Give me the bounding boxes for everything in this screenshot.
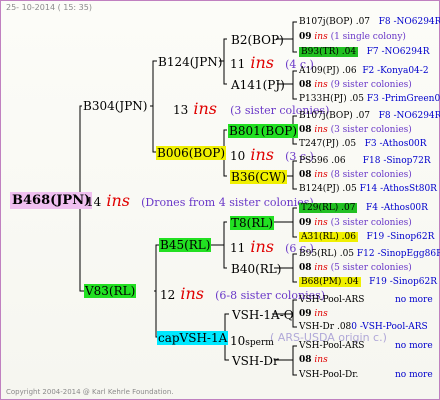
gg-pmm-p[interactable]: PS596 .06 F18 -Sinop72R bbox=[299, 157, 431, 166]
node-mpp[interactable]: T8(RL) bbox=[230, 216, 275, 230]
node-pm-ins: ins bbox=[250, 145, 275, 164]
col-mmm: 08 ins bbox=[299, 355, 328, 365]
dam-gen: 12 bbox=[160, 288, 176, 302]
col-ppm: 08 ins (9 sister colonies) bbox=[299, 80, 412, 90]
root-gen: 14 bbox=[86, 195, 102, 209]
node-mp[interactable]: B45(RL) bbox=[159, 238, 212, 252]
gg-ppp-m[interactable]: B93(TR) .04 F7 -NO6294R bbox=[299, 47, 429, 57]
node-ppm[interactable]: A141(PJ) bbox=[230, 78, 286, 92]
node-pp-ins: ins bbox=[250, 53, 275, 72]
col-mmp: 09 ins bbox=[299, 309, 328, 319]
node-mm[interactable]: capVSH-1A bbox=[157, 331, 229, 345]
gg-mmm-p[interactable]: VSH-Pool-ARS bbox=[299, 342, 364, 351]
root-colony-info: 14 ins (Drones from 4 sister colonies) bbox=[86, 193, 314, 209]
node-mmp[interactable]: VSH-1A-Q bbox=[231, 308, 295, 322]
gg-mpp-m[interactable]: A31(RL) .06 F19 -Sinop62R bbox=[299, 232, 434, 242]
node-pp[interactable]: B124(JPN) bbox=[157, 55, 223, 69]
node-pmp[interactable]: B801(BOP) bbox=[228, 124, 299, 138]
gg-mmm-m-src: no more bbox=[395, 370, 433, 380]
node-mm-gen: 10 bbox=[230, 334, 246, 348]
gg-mmp-m[interactable]: VSH-Dr .080 -VSH-Pool-ARS bbox=[299, 323, 428, 332]
node-pm-gen: 10 bbox=[230, 149, 246, 163]
col-mpp: 09 ins (3 sister colonies) bbox=[299, 218, 412, 228]
root-node[interactable]: B468(JPN) bbox=[10, 192, 93, 209]
root-note: (Drones from 4 sister colonies) bbox=[141, 196, 314, 209]
node-pm[interactable]: B006(BOP) bbox=[156, 146, 227, 160]
gg-ppm-p[interactable]: A109(PJ) .06 F2 -Konya04-2 bbox=[299, 67, 429, 76]
col-pmp: 08 ins (3 sister colonies) bbox=[299, 125, 412, 135]
sire-gen: 13 bbox=[173, 103, 189, 117]
gg-pmp-m[interactable]: T247(PJ) .05 F3 -Athos00R bbox=[299, 140, 427, 149]
sire-node[interactable]: B304(JPN) bbox=[82, 99, 148, 113]
node-mpm[interactable]: B40(RL) bbox=[230, 262, 282, 276]
gg-pmp-p[interactable]: B107j(BOP) .07 F8 -NO6294R bbox=[299, 112, 440, 121]
node-pp-gen: 11 bbox=[230, 57, 246, 71]
col-ppp: 09 ins (1 single colony) bbox=[299, 32, 406, 42]
node-mp-ins: ins bbox=[250, 237, 275, 256]
gg-mpm-m[interactable]: B68(PM) .04 F19 -Sinop62R bbox=[299, 277, 437, 287]
node-mp-gen: 11 bbox=[230, 241, 246, 255]
gg-mpp-p[interactable]: T29(RL) .07 F4 -Athos00R bbox=[299, 203, 428, 213]
header-date: 25- 10-2014 ( 15: 35) bbox=[6, 3, 92, 12]
gg-mpm-p[interactable]: B95(RL) .05 F12 -SinopEgg86R bbox=[299, 250, 440, 259]
col-mpm: 08 ins (5 sister colonies) bbox=[299, 263, 412, 273]
gg-mmm-p-src: no more bbox=[395, 341, 433, 351]
gg-mmp-p[interactable]: VSH-Pool-ARS bbox=[299, 296, 364, 305]
dam-node[interactable]: V83(RL) bbox=[84, 284, 137, 298]
gg-mmm-m[interactable]: VSH-Pool-Dr. bbox=[299, 371, 358, 380]
node-pmm[interactable]: B36(CW) bbox=[230, 170, 287, 184]
gg-ppp-p[interactable]: B107j(BOP) .07 F8 -NO6294R bbox=[299, 18, 440, 27]
node-mmm[interactable]: VSH-Dr bbox=[231, 354, 280, 368]
gg-mmp-p-src: no more bbox=[395, 295, 433, 305]
node-ppp[interactable]: B2(BOP) bbox=[230, 33, 285, 47]
node-mm-sperm: sperm bbox=[245, 338, 274, 348]
gg-ppm-m[interactable]: P133H(PJ) .05 F3 -PrimGreen00 bbox=[299, 95, 440, 104]
footer-copyright: Copyright 2004-2014 @ Karl Kehrle Founda… bbox=[6, 388, 174, 396]
col-pmm: 08 ins (8 sister colonies) bbox=[299, 170, 412, 180]
sire-ins: ins bbox=[193, 99, 218, 118]
gg-pmm-m[interactable]: B124(PJ) .05 F14 -AthosSt80R bbox=[299, 185, 437, 194]
root-ins: ins bbox=[106, 191, 131, 210]
node-mm-colony: 10sperm bbox=[230, 332, 274, 348]
dam-ins: ins bbox=[180, 284, 205, 303]
